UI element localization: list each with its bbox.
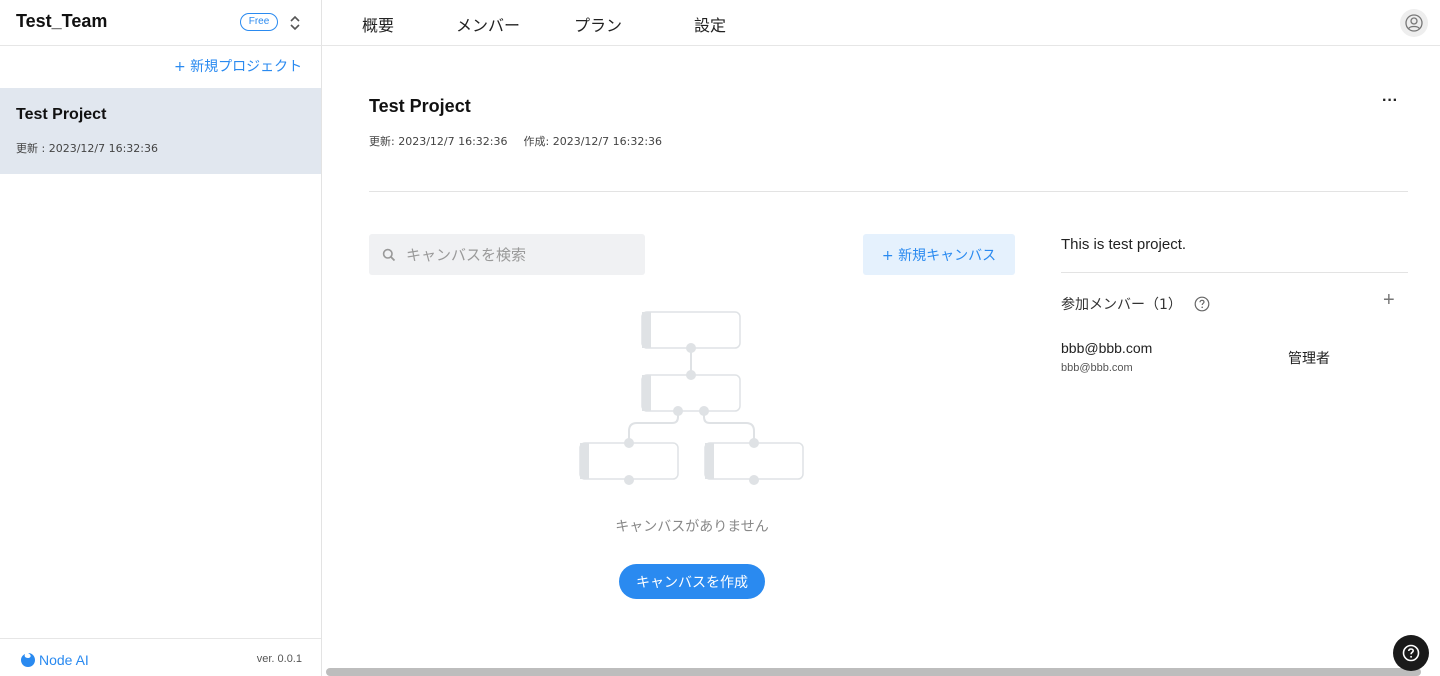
more-menu-button[interactable]: ··· [1382, 92, 1398, 110]
add-member-button[interactable]: + [1383, 290, 1395, 310]
project-item-name: Test Project [16, 106, 107, 123]
user-icon [1405, 14, 1423, 32]
divider [1061, 272, 1408, 273]
tab-settings[interactable]: 設定 [694, 12, 726, 36]
project-created: 作成: 2023/12/7 16:32:36 [523, 135, 663, 148]
empty-canvas-text: キャンバスがありません [615, 519, 769, 535]
search-icon [382, 248, 396, 261]
node-ai-logo-icon [21, 653, 35, 667]
team-name: Test_Team [16, 11, 108, 31]
sidebar-project-item[interactable]: Test Project 更新 : 2023/12/7 16:32:36 [0, 88, 321, 174]
tab-overview[interactable]: 概要 [362, 12, 394, 36]
project-description: This is test project. [1061, 236, 1187, 253]
new-project-button[interactable]: + 新規プロジェクト [174, 56, 302, 76]
team-header: Test_Team Free [0, 0, 322, 46]
member-email: bbb@bbb.com [1061, 362, 1133, 374]
new-canvas-button[interactable]: + 新規キャンバス [863, 234, 1015, 275]
sidebar-footer: Node AI ver. 0.0.1 [0, 638, 321, 676]
plan-badge: Free [240, 13, 278, 31]
project-meta: 更新: 2023/12/7 16:32:36 作成: 2023/12/7 16:3… [369, 133, 662, 149]
brand[interactable]: Node AI [20, 652, 89, 668]
member-role: 管理者 [1288, 351, 1330, 367]
help-button[interactable] [1393, 635, 1429, 671]
top-nav: 概要 メンバー プラン 設定 [322, 0, 1440, 46]
project-item-updated: 更新 : 2023/12/7 16:32:36 [16, 142, 159, 155]
switch-chevrons-icon[interactable] [288, 13, 302, 33]
tab-plan[interactable]: プラン [574, 12, 622, 36]
help-icon [1402, 644, 1420, 662]
project-updated: 更新: 2023/12/7 16:32:36 [369, 135, 508, 148]
user-avatar[interactable] [1400, 9, 1428, 37]
members-heading: 参加メンバー（1） [1061, 294, 1210, 314]
project-title: Test Project [369, 96, 471, 116]
divider [369, 191, 1408, 192]
horizontal-scrollbar[interactable] [326, 668, 1421, 676]
members-heading-label: 参加メンバー（1） [1061, 297, 1182, 313]
question-circle-icon[interactable] [1194, 296, 1210, 312]
member-name: bbb@bbb.com [1061, 340, 1153, 356]
canvas-search [369, 234, 645, 275]
tab-members[interactable]: メンバー [456, 12, 520, 36]
main-content: Test Project 更新: 2023/12/7 16:32:36 作成: 2… [322, 47, 1440, 676]
sidebar: Test_Team Free + 新規プロジェクト Test Project 更… [0, 0, 322, 676]
version-label: ver. 0.0.1 [256, 653, 302, 665]
canvas-search-input[interactable] [406, 245, 636, 264]
create-canvas-button[interactable]: キャンバスを作成 [619, 564, 765, 599]
brand-name: Node AI [39, 652, 89, 668]
empty-canvas-illustration [579, 311, 804, 485]
